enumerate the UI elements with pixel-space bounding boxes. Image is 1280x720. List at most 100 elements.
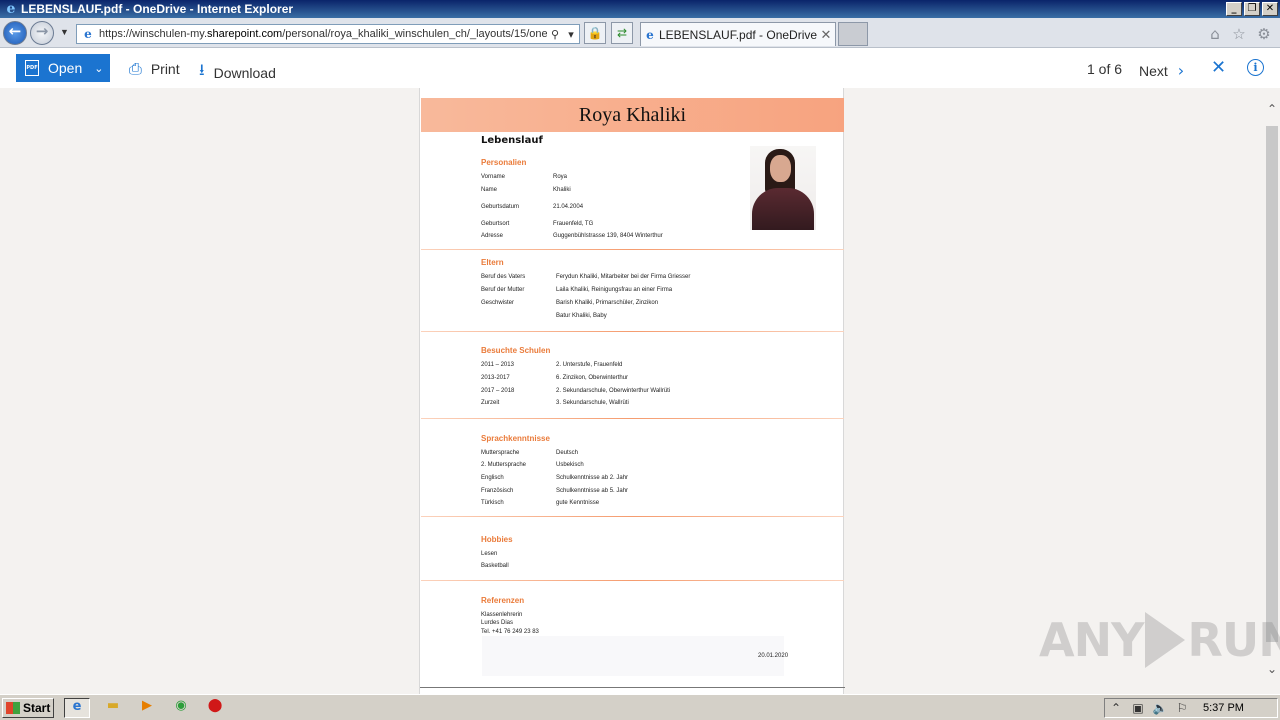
media-player-icon[interactable]: ▶ — [134, 698, 160, 718]
section-divider — [421, 516, 844, 517]
system-tray: ⌃ ▣ 🔈 ⚐ 5:37 PM — [1104, 698, 1278, 718]
label-geschwister: Geschwister — [481, 300, 515, 306]
label-sprache-3: Englisch — [481, 475, 504, 481]
window-titlebar: e LEBENSLAUF.pdf - OneDrive - Internet E… — [0, 0, 1280, 18]
referenz-line: Tel. +41 76 249 23 83 — [481, 629, 539, 635]
page-icon: e — [84, 27, 92, 41]
referenz-line: Klassenlehrerin — [481, 612, 523, 618]
value-geschwister-1: Barish Khaliki, Primarschüler, Zinzikon — [556, 300, 659, 306]
section-divider — [421, 331, 844, 332]
scroll-up-icon[interactable]: ⌃ — [1267, 102, 1277, 116]
chevron-right-icon: › — [1177, 61, 1185, 80]
document-viewer[interactable]: Roya Khaliki Lebenslauf Personalien Vorn… — [0, 88, 1264, 694]
scroll-thumb[interactable] — [1266, 126, 1278, 642]
name-banner: Roya Khaliki — [421, 98, 844, 132]
label-geburtsdatum: Geburtsdatum — [481, 204, 520, 210]
next-label: Next — [1139, 62, 1168, 79]
close-tab-icon[interactable]: ✕ — [817, 27, 835, 43]
browser-tab[interactable]: e LEBENSLAUF.pdf - OneDrive ✕ — [640, 22, 836, 46]
ie-taskbar-icon[interactable]: e — [64, 698, 90, 718]
download-icon: ⭳ — [199, 60, 205, 79]
address-dropdown-icon[interactable]: ▾ — [563, 28, 579, 41]
restore-button[interactable]: ❐ — [1244, 2, 1260, 16]
page-bottom-edge — [420, 687, 845, 688]
open-button[interactable]: PDF Open ⌄ — [16, 54, 110, 82]
close-icon[interactable]: ✕ — [1211, 57, 1226, 78]
home-icon[interactable]: ⌂ — [1206, 25, 1224, 43]
open-label: Open — [48, 60, 83, 76]
value-sprache-5: gute Kenntnisse — [556, 500, 600, 506]
refresh-icon[interactable]: ⇄ — [611, 22, 633, 44]
action-center-flag-icon[interactable]: ⚐ — [1171, 701, 1193, 715]
label-schule-3: 2017 – 2018 — [481, 388, 515, 394]
new-tab-button[interactable] — [838, 22, 868, 46]
info-icon[interactable]: i — [1247, 59, 1264, 76]
start-button[interactable]: Start — [2, 698, 54, 718]
value-adresse: Guggenbühlstrasse 139, 8404 Winterthur — [553, 233, 663, 239]
label-sprache-1: Muttersprache — [481, 450, 520, 456]
anyrun-watermark: ANY RUN — [1039, 612, 1280, 668]
tray-expand-icon[interactable]: ⌃ — [1105, 701, 1127, 715]
section-personalien: Personalien — [481, 158, 527, 167]
value-schule-4: 3. Sekundarschule, Wallrüti — [556, 400, 629, 406]
windows-logo-icon — [6, 702, 20, 714]
minimize-button[interactable]: _ — [1226, 2, 1242, 16]
label-vorname: Vorname — [481, 174, 506, 180]
referenz-line: Lurdes Dias — [481, 620, 514, 626]
tab-ie-icon: e — [646, 27, 654, 42]
value-schule-2: 6. Zinzikon, Oberwinterthur — [556, 375, 629, 381]
address-url[interactable]: https://winschulen-my.sharepoint.com/per… — [99, 28, 547, 40]
section-referenzen: Referenzen — [481, 596, 525, 605]
history-dropdown-icon[interactable]: ▼ — [60, 27, 69, 37]
window-title: LEBENSLAUF.pdf - OneDrive - Internet Exp… — [21, 2, 294, 16]
value-geschwister-2: Batur Khaliki, Baby — [556, 313, 607, 319]
label-beruf-vater: Beruf des Vaters — [481, 274, 526, 280]
document-date: 20.01.2020 — [758, 653, 789, 659]
label-schule-2: 2013-2017 — [481, 375, 510, 381]
back-button[interactable]: ← — [3, 21, 27, 45]
print-button[interactable]: ⎙ Print — [129, 59, 180, 79]
page-indicator: 1 of 6 — [1087, 61, 1123, 77]
vertical-scrollbar[interactable]: ⌃ ⌄ — [1264, 88, 1280, 694]
volume-icon[interactable]: 🔈 — [1149, 701, 1171, 715]
address-bar[interactable]: e https://winschulen-my.sharepoint.com/p… — [76, 24, 580, 44]
section-eltern: Eltern — [481, 258, 504, 267]
section-schulen: Besuchte Schulen — [481, 346, 551, 355]
document-title: Lebenslauf — [481, 135, 543, 146]
chrome-icon[interactable]: ◉ — [168, 698, 194, 718]
command-bar: PDF Open ⌄ ⎙ Print ⭳ Download 1 of 6 Nex… — [0, 48, 1280, 88]
value-sprache-3: Schulkenntnisse ab 2. Jahr — [556, 475, 629, 481]
start-label: Start — [23, 701, 51, 715]
explorer-folder-icon[interactable]: ▬ — [100, 698, 126, 718]
value-schule-1: 2. Unterstufe, Frauenfeld — [556, 362, 623, 368]
value-sprache-4: Schulkenntnisse ab 5. Jahr — [556, 488, 629, 494]
search-icon[interactable]: ⚲ — [547, 28, 563, 41]
close-window-button[interactable]: ✕ — [1262, 2, 1278, 16]
settings-gear-icon[interactable]: ⚙ — [1255, 25, 1273, 43]
download-button[interactable]: ⭳ Download — [199, 59, 276, 86]
play-logo-icon — [1145, 612, 1186, 668]
network-icon[interactable]: ▣ — [1127, 701, 1149, 715]
print-label: Print — [150, 61, 180, 77]
hobby-item: Lesen — [481, 551, 498, 557]
printer-icon: ⎙ — [129, 59, 142, 78]
chevron-down-icon: ⌄ — [94, 62, 104, 75]
favorites-star-icon[interactable]: ☆ — [1230, 25, 1248, 43]
pdf-page: Roya Khaliki Lebenslauf Personalien Vorn… — [419, 88, 845, 694]
signature-area — [482, 636, 784, 676]
label-sprache-2: 2. Muttersprache — [481, 462, 527, 468]
pdf-icon: PDF — [25, 60, 39, 76]
profile-photo — [750, 146, 816, 230]
opera-icon[interactable]: ⬤ — [202, 698, 228, 718]
section-divider — [421, 249, 844, 250]
clock[interactable]: 5:37 PM — [1203, 702, 1244, 714]
forward-button[interactable]: → — [30, 21, 54, 45]
label-sprache-5: Türkisch — [481, 500, 504, 506]
label-beruf-mutter: Beruf der Mutter — [481, 287, 525, 293]
next-page-button[interactable]: Next › — [1139, 61, 1184, 80]
section-divider — [421, 580, 844, 581]
lock-icon[interactable]: 🔒 — [584, 22, 606, 44]
section-sprachen: Sprachkenntnisse — [481, 434, 550, 443]
label-sprache-4: Französisch — [481, 488, 514, 494]
hobby-item: Basketball — [481, 563, 509, 569]
